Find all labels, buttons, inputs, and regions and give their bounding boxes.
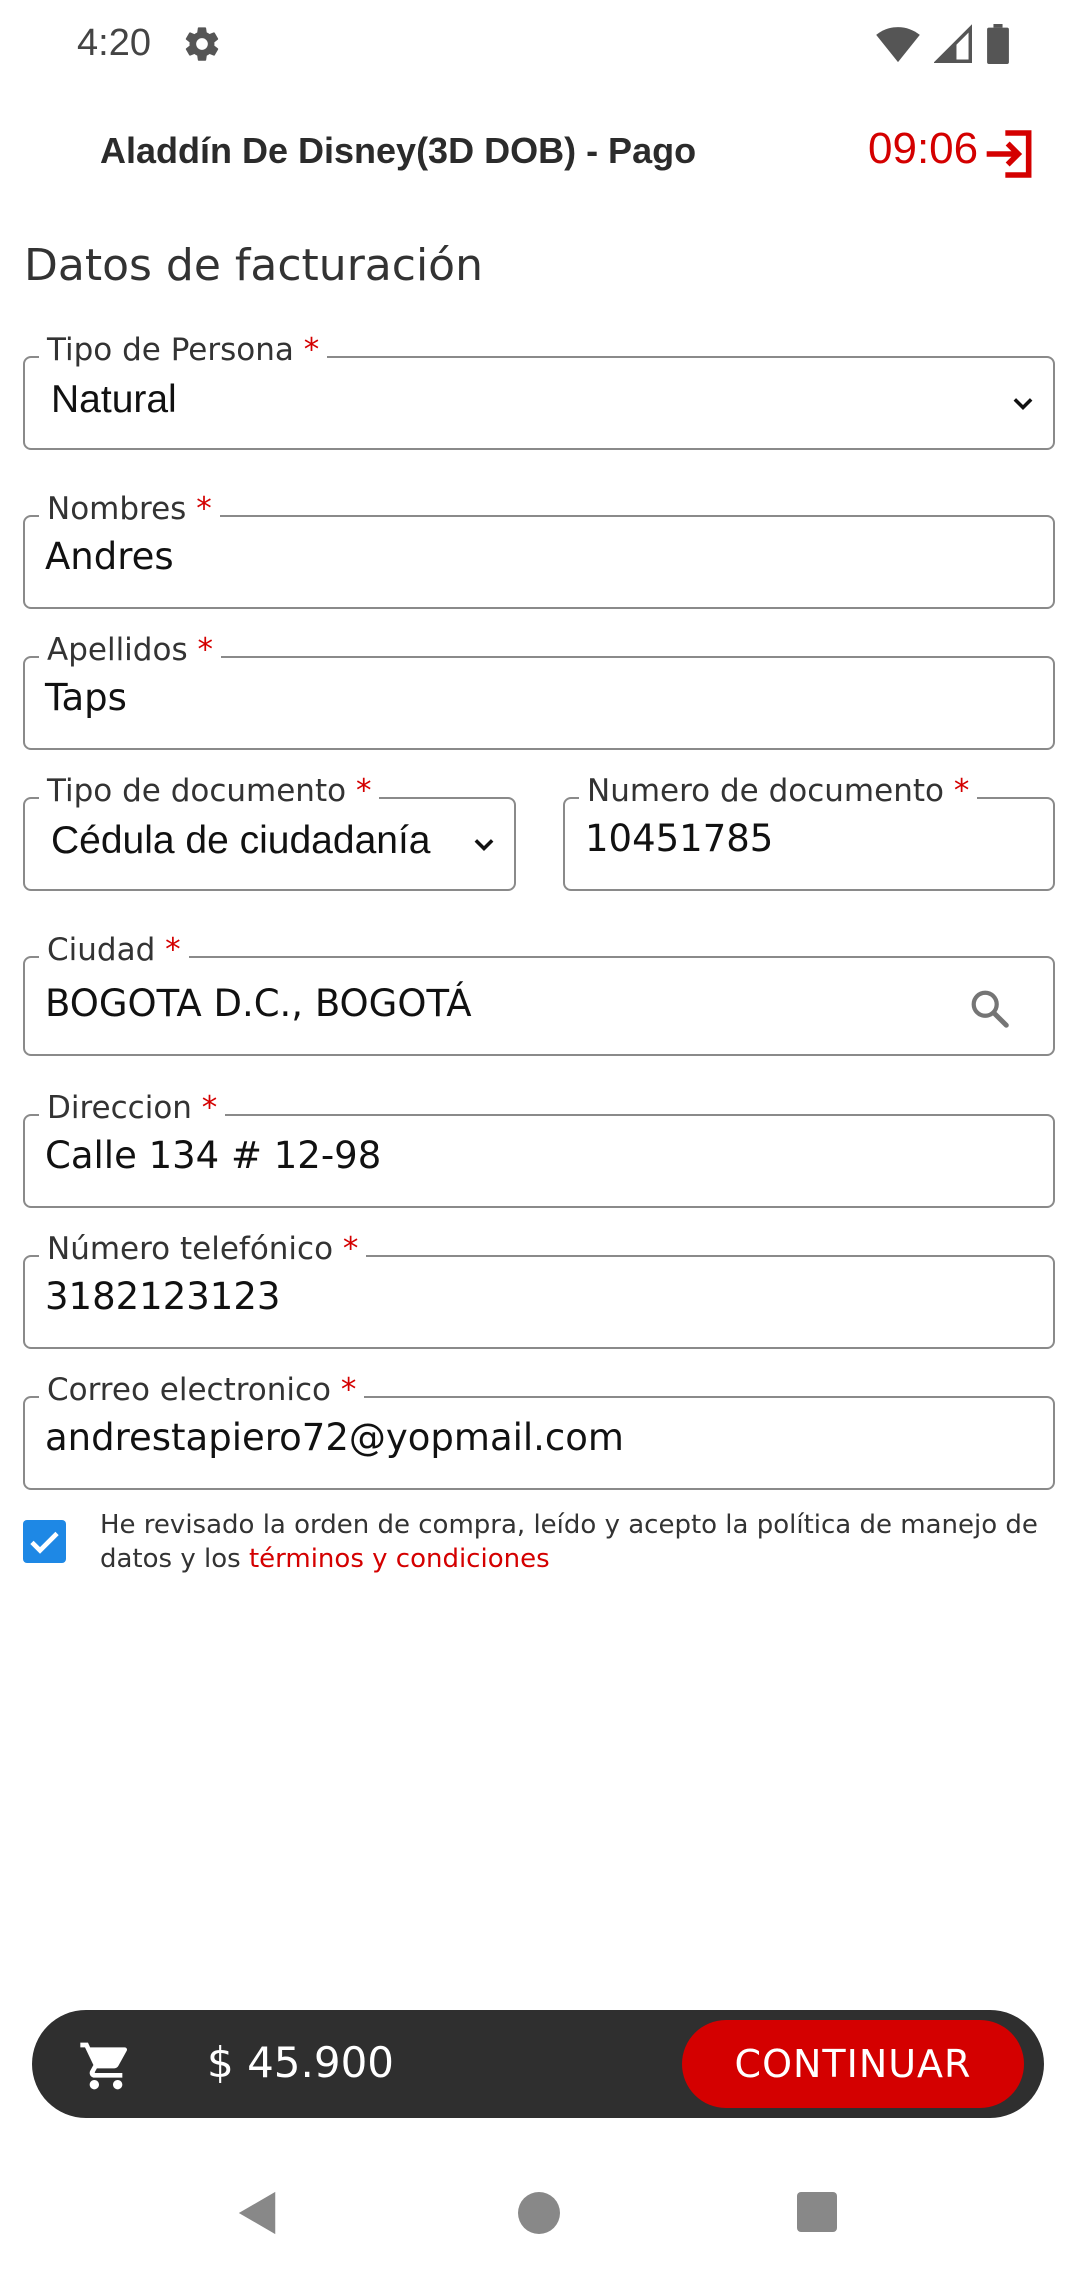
select-value: Cédula de ciudadanía <box>51 819 431 862</box>
recent-apps-button[interactable] <box>797 2192 837 2232</box>
terms-checkbox[interactable] <box>23 1520 66 1563</box>
field-value: Calle 134 # 12-98 <box>45 1134 382 1177</box>
email-field[interactable]: Correo electronico * andrestapiero72@yop… <box>23 1372 1055 1490</box>
direccion-field[interactable]: Direccion * Calle 134 # 12-98 <box>23 1090 1055 1208</box>
countdown-timer: 09:06 <box>868 124 979 173</box>
field-label: Nombres * <box>39 491 220 527</box>
tipo-documento-select[interactable]: Tipo de documento * Cédula de ciudadanía <box>23 773 516 891</box>
chevron-down-icon <box>474 839 494 851</box>
section-title: Datos de facturación <box>24 240 483 291</box>
field-value: Taps <box>45 676 127 719</box>
field-label: Numero de documento * <box>579 773 978 809</box>
continue-button[interactable]: CONTINUAR <box>682 2020 1024 2108</box>
field-label: Direccion * <box>39 1090 226 1126</box>
field-value: andrestapiero72@yopmail.com <box>45 1416 624 1459</box>
field-value: 10451785 <box>585 817 774 860</box>
tipo-persona-select[interactable]: Tipo de Persona * Natural <box>23 332 1055 450</box>
wifi-icon <box>876 27 920 63</box>
field-value: 3182123123 <box>45 1275 281 1318</box>
field-label: Apellidos * <box>39 632 221 668</box>
chevron-down-icon <box>1013 398 1033 410</box>
field-value: BOGOTA D.C., BOGOTÁ <box>45 982 472 1025</box>
search-icon[interactable] <box>967 986 1013 1032</box>
field-value: Andres <box>45 535 174 578</box>
numero-documento-field[interactable]: Numero de documento * 10451785 <box>563 773 1055 891</box>
field-label: Tipo de Persona * <box>39 332 328 368</box>
signal-icon <box>934 24 972 63</box>
cart-bar: $ 45.900 CONTINUAR <box>32 2010 1044 2118</box>
gear-icon <box>185 27 219 61</box>
field-label: Correo electronico * <box>39 1372 365 1408</box>
terms-link[interactable]: términos y condiciones <box>249 1544 550 1574</box>
back-icon[interactable] <box>236 2190 280 2236</box>
status-time: 4:20 <box>77 22 151 64</box>
battery-icon <box>987 24 1009 64</box>
select-value: Natural <box>51 378 177 421</box>
telefono-field[interactable]: Número telefónico * 3182123123 <box>23 1231 1055 1349</box>
home-button[interactable] <box>518 2192 560 2234</box>
cart-total: $ 45.900 <box>207 2038 395 2087</box>
field-label: Ciudad * <box>39 932 189 968</box>
field-label: Número telefónico * <box>39 1231 367 1267</box>
apellidos-field[interactable]: Apellidos * Taps <box>23 632 1055 750</box>
app-header: Aladdín De Disney(3D DOB) - Pago 09:06 <box>0 110 1080 200</box>
terms-text: He revisado la orden de compra, leído y … <box>100 1510 1038 1574</box>
shopping-cart-icon[interactable] <box>76 2038 136 2094</box>
page-title: Aladdín De Disney(3D DOB) - Pago <box>100 130 697 171</box>
status-bar: 4:20 <box>0 0 1080 90</box>
field-label: Tipo de documento * <box>39 773 380 809</box>
nombres-field[interactable]: Nombres * Andres <box>23 491 1055 609</box>
status-icons <box>876 24 1010 64</box>
ciudad-field[interactable]: Ciudad * BOGOTA D.C., BOGOTÁ <box>23 932 1055 1056</box>
system-nav-bar <box>0 2150 1080 2280</box>
exit-icon[interactable] <box>982 126 1038 182</box>
check-icon <box>30 1531 59 1554</box>
